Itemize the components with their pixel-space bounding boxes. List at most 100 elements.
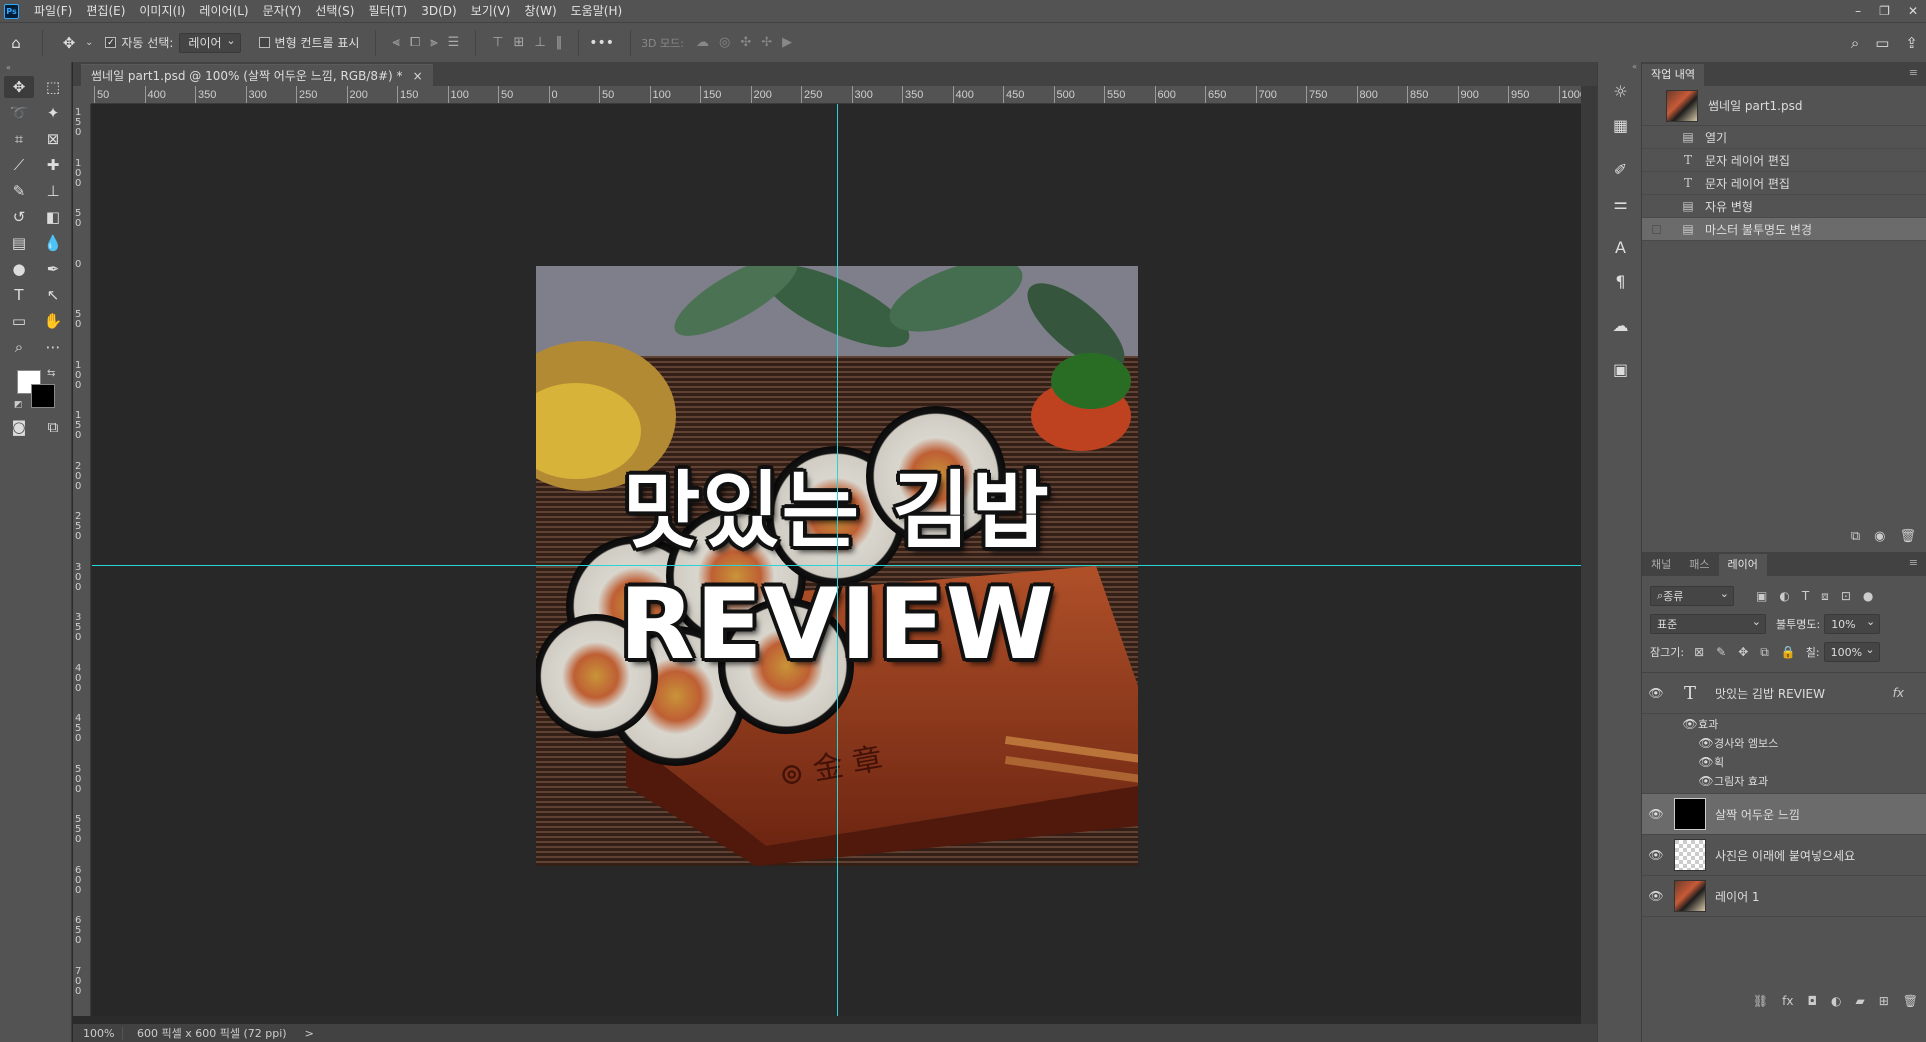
- clone-stamp-tool-icon[interactable]: ⊥: [38, 180, 68, 202]
- lasso-tool-icon[interactable]: ➰: [4, 102, 34, 124]
- rectangle-tool-icon[interactable]: ▭: [4, 310, 34, 332]
- magic-wand-tool-icon[interactable]: ✦: [38, 102, 68, 124]
- panel-menu-icon[interactable]: ≡: [1909, 66, 1918, 79]
- tab-paths[interactable]: 패스: [1680, 554, 1718, 576]
- menu-layer[interactable]: 레이어(L): [192, 0, 255, 22]
- 3d-camera-icon[interactable]: ▶: [782, 35, 792, 50]
- default-colors-icon[interactable]: ◩: [14, 400, 23, 410]
- auto-select-dropdown[interactable]: 레이어: [179, 32, 241, 53]
- 3d-orbit-icon[interactable]: ☁: [696, 35, 709, 50]
- fill-field[interactable]: 100%: [1823, 642, 1880, 662]
- menu-view[interactable]: 보기(V): [464, 0, 518, 22]
- distribute-icon[interactable]: ☰: [448, 35, 460, 50]
- align-center-icon[interactable]: ⧠: [410, 35, 420, 50]
- menu-help[interactable]: 도움말(H): [564, 0, 630, 22]
- pen-tool-icon[interactable]: ✒: [38, 258, 68, 280]
- search-icon[interactable]: ⌕: [1851, 34, 1859, 52]
- swap-colors-icon[interactable]: ⇆: [47, 368, 55, 379]
- background-color-swatch[interactable]: [31, 384, 55, 408]
- move-tool-icon[interactable]: ✥: [59, 33, 79, 53]
- menu-edit[interactable]: 편집(E): [79, 0, 132, 22]
- character-icon[interactable]: A: [1598, 230, 1643, 264]
- close-button[interactable]: ✕: [1908, 4, 1918, 18]
- blur-tool-icon[interactable]: 💧: [38, 232, 68, 254]
- document-tab[interactable]: 썸네일 part1.psd @ 100% (살짝 어두운 느낌, RGB/8#)…: [81, 64, 433, 86]
- history-source-box[interactable]: [1652, 201, 1661, 211]
- effect-stroke[interactable]: 👁 획: [1642, 752, 1926, 771]
- history-item[interactable]: ▤ 열기: [1642, 126, 1926, 149]
- dodge-tool-icon[interactable]: ●: [4, 258, 34, 280]
- filter-type-icon[interactable]: T: [1802, 589, 1809, 604]
- lock-transparent-icon[interactable]: ⊠: [1694, 645, 1704, 660]
- lock-position-icon[interactable]: ✥: [1738, 645, 1748, 660]
- toolbar-collapse-icon[interactable]: «: [0, 62, 71, 76]
- close-tab-icon[interactable]: ×: [413, 69, 423, 83]
- more-options-button[interactable]: •••: [589, 35, 614, 51]
- workspace-icon[interactable]: ▭: [1875, 34, 1889, 52]
- visibility-eye-icon[interactable]: 👁: [1642, 889, 1670, 903]
- align-middle-icon[interactable]: ⊞: [514, 35, 525, 50]
- snapshot-camera-icon[interactable]: ◉: [1874, 529, 1885, 544]
- align-right-icon[interactable]: ⫸: [430, 35, 437, 50]
- zoom-level[interactable]: 100%: [73, 1026, 123, 1040]
- auto-select-checkbox[interactable]: ✓: [105, 37, 117, 48]
- brush-tool-icon[interactable]: ✎: [4, 180, 34, 202]
- path-selection-tool-icon[interactable]: ↖: [38, 284, 68, 306]
- panel-menu-icon[interactable]: ≡: [1909, 556, 1918, 569]
- quick-mask-icon[interactable]: ◙: [4, 416, 34, 438]
- visibility-eye-icon[interactable]: 👁: [1682, 717, 1698, 731]
- canvas-workspace[interactable]: ⊚ 金 章 맛있는 김밥 REVIEW: [92, 104, 1581, 1016]
- effects-row[interactable]: 👁 효과: [1642, 714, 1926, 733]
- align-left-icon[interactable]: ⫷: [392, 35, 399, 50]
- glyphs-icon[interactable]: ☁: [1598, 308, 1643, 342]
- layer-paste-here[interactable]: 👁 사진은 이래에 붙여넣으세요: [1642, 835, 1926, 876]
- learn-icon[interactable]: ☼: [1598, 74, 1643, 108]
- visibility-eye-icon[interactable]: 👁: [1698, 774, 1714, 788]
- filter-smart-object-icon[interactable]: ⊡: [1841, 589, 1851, 604]
- new-document-from-state-icon[interactable]: ⧉: [1851, 529, 1860, 544]
- history-item[interactable]: T 문자 레이어 편집: [1642, 172, 1926, 195]
- more-tools-icon[interactable]: ⋯: [38, 336, 68, 358]
- vertical-guide[interactable]: [837, 104, 838, 1016]
- new-layer-icon[interactable]: ⊞: [1879, 994, 1889, 1008]
- minimize-button[interactable]: –: [1855, 4, 1861, 18]
- effect-drop-shadow[interactable]: 👁 그림자 효과: [1642, 771, 1926, 790]
- restore-button[interactable]: ❐: [1879, 4, 1890, 18]
- eyedropper-tool-icon[interactable]: ⟋: [4, 154, 34, 176]
- brush-settings-icon[interactable]: ✐: [1598, 152, 1643, 186]
- fx-icon[interactable]: fx: [1893, 686, 1904, 700]
- trash-icon[interactable]: 🗑: [1899, 529, 1916, 544]
- tool-preset-chevron-icon[interactable]: ⌄: [85, 37, 93, 48]
- layer-filter-dropdown[interactable]: ⌕ 종류: [1650, 586, 1734, 606]
- history-source-box[interactable]: [1652, 178, 1661, 188]
- menu-filter[interactable]: 필터(T): [361, 0, 414, 22]
- filter-toggle-icon[interactable]: ●: [1863, 589, 1873, 604]
- screen-mode-icon[interactable]: ⧉: [38, 416, 68, 438]
- adjustment-layer-icon[interactable]: ◐: [1831, 994, 1841, 1008]
- filter-shape-icon[interactable]: ⧈: [1821, 589, 1829, 604]
- history-brush-tool-icon[interactable]: ↺: [4, 206, 34, 228]
- opacity-field[interactable]: 10%: [1824, 614, 1881, 634]
- history-item[interactable]: T 문자 레이어 편집: [1642, 149, 1926, 172]
- menu-select[interactable]: 선택(S): [308, 0, 361, 22]
- link-layers-icon[interactable]: ⛓: [1753, 994, 1768, 1008]
- crop-tool-icon[interactable]: ⌗: [4, 128, 34, 150]
- visibility-eye-icon[interactable]: 👁: [1642, 686, 1670, 700]
- properties-icon[interactable]: ▣: [1598, 352, 1643, 386]
- move-tool-icon[interactable]: ✥: [4, 76, 34, 98]
- zoom-tool-icon[interactable]: ⌕: [4, 336, 34, 358]
- add-mask-icon[interactable]: ◘: [1807, 994, 1817, 1008]
- status-menu-arrow[interactable]: >: [305, 1027, 314, 1040]
- blend-mode-dropdown[interactable]: 표준: [1650, 614, 1766, 634]
- lock-artboard-icon[interactable]: ⧉: [1760, 645, 1769, 660]
- layer-1[interactable]: 👁 레이어 1: [1642, 876, 1926, 917]
- 3d-pan-icon[interactable]: ✣: [740, 35, 751, 50]
- menu-window[interactable]: 창(W): [517, 0, 563, 22]
- marquee-tool-icon[interactable]: ⬚: [38, 76, 68, 98]
- filter-pixel-icon[interactable]: ▣: [1756, 589, 1767, 604]
- history-source-box[interactable]: [1652, 155, 1661, 165]
- libraries-icon[interactable]: ▦: [1598, 108, 1643, 142]
- layer-darken[interactable]: 👁 살짝 어두운 느낌: [1642, 794, 1926, 835]
- horizontal-ruler[interactable]: 50 400 350 300 250 200 150 100 50 0 50 100 150 200 250…: [91, 86, 1581, 104]
- visibility-eye-icon[interactable]: 👁: [1642, 848, 1670, 862]
